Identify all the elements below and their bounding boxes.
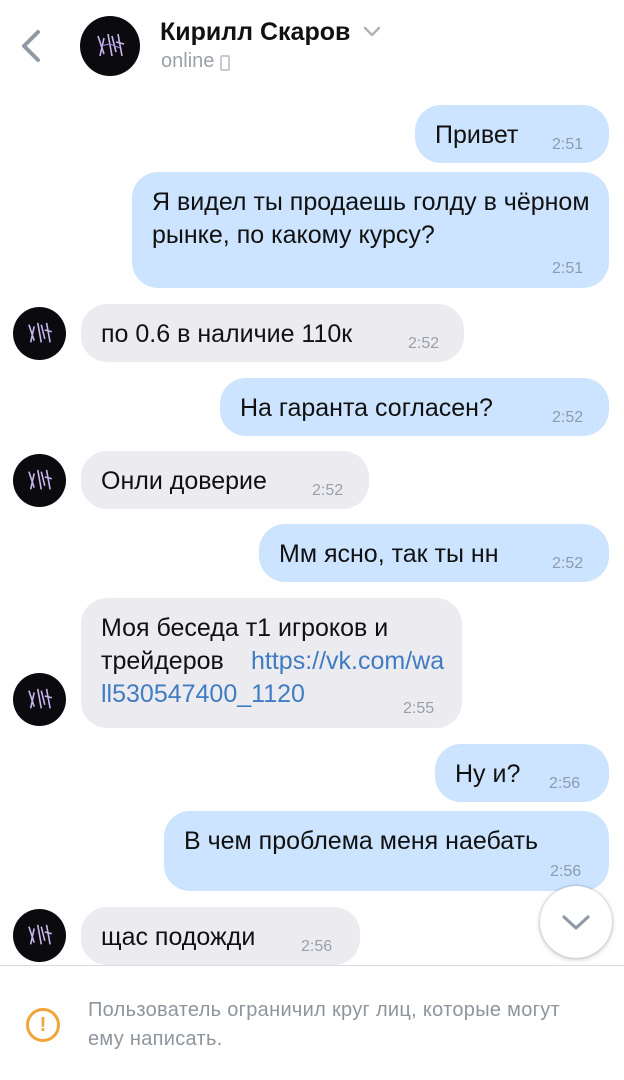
message-text: Привет bbox=[435, 121, 519, 149]
message-text: В чем проблема меня наебать bbox=[184, 827, 539, 855]
message-time: 2:52 bbox=[312, 482, 344, 499]
message-bubble[interactable]: Я видел ты продаешь голду в чёрном рынке… bbox=[132, 172, 609, 288]
scroll-down-button[interactable] bbox=[540, 886, 612, 958]
message-time: 2:52 bbox=[408, 335, 440, 352]
phone-icon bbox=[220, 54, 231, 71]
message-bubble[interactable]: Мм ясно, так ты нн 2:52 bbox=[259, 524, 609, 582]
message-bubble[interactable]: Ну и? 2:56 bbox=[435, 744, 609, 802]
avatar[interactable] bbox=[13, 909, 66, 962]
message-bubble[interactable]: На гаранта согласен? 2:52 bbox=[220, 378, 609, 436]
warning-icon: ! bbox=[26, 1008, 60, 1042]
chat-header: Кирилл Скаров online bbox=[0, 0, 624, 90]
restriction-notice: ! Пользователь ограничил круг лиц, котор… bbox=[0, 966, 624, 1080]
message-bubble[interactable]: Моя беседа т1 игроков и трейдеров https:… bbox=[81, 598, 462, 728]
message-time: 2:51 bbox=[552, 136, 584, 153]
message-bubble[interactable]: по 0.6 в наличие 110к 2:52 bbox=[81, 304, 464, 362]
message-time: 2:56 bbox=[550, 863, 582, 880]
message-text: Мм ясно, так ты нн bbox=[279, 540, 499, 568]
message-text: Онли доверие bbox=[101, 467, 267, 495]
message-time: 2:52 bbox=[552, 555, 584, 572]
message-bubble[interactable]: В чем проблема меня наебать 2:56 bbox=[164, 811, 609, 891]
message-bubble[interactable]: Онли доверие 2:52 bbox=[81, 451, 369, 509]
message-time: 2:55 bbox=[403, 700, 435, 717]
message-time: 2:56 bbox=[549, 775, 581, 792]
message-time: 2:52 bbox=[552, 409, 584, 426]
message-text: Ну и? bbox=[455, 760, 521, 788]
avatar[interactable] bbox=[13, 454, 66, 507]
message-text: по 0.6 в наличие 110к bbox=[101, 320, 353, 348]
online-status: online bbox=[161, 50, 215, 72]
message-bubble[interactable]: Привет 2:51 bbox=[415, 105, 609, 163]
contact-name: Кирилл Скаров bbox=[160, 17, 351, 46]
message-bubble[interactable]: щас подожди 2:56 bbox=[81, 907, 360, 965]
message-text: щас подожди bbox=[101, 923, 256, 951]
message-link[interactable]: https://vk.com/wall530547400_1120 bbox=[101, 645, 446, 711]
message-text: Я видел ты продаешь голду в чёрном рынке… bbox=[152, 188, 590, 249]
message-time: 2:51 bbox=[552, 260, 584, 277]
message-time: 2:56 bbox=[301, 938, 333, 955]
contact-title[interactable]: Кирилл Скаров bbox=[160, 16, 382, 48]
notice-text: Пользователь ограничил круг лиц, которые… bbox=[88, 999, 560, 1050]
chevron-left-icon[interactable] bbox=[14, 26, 48, 66]
avatar[interactable] bbox=[80, 16, 140, 76]
status-row: online bbox=[161, 50, 231, 73]
message-text: На гаранта согласен? bbox=[240, 394, 493, 422]
chevron-down-icon bbox=[562, 915, 590, 930]
chevron-down-icon bbox=[364, 26, 381, 37]
avatar[interactable] bbox=[13, 673, 66, 726]
avatar[interactable] bbox=[13, 307, 66, 360]
